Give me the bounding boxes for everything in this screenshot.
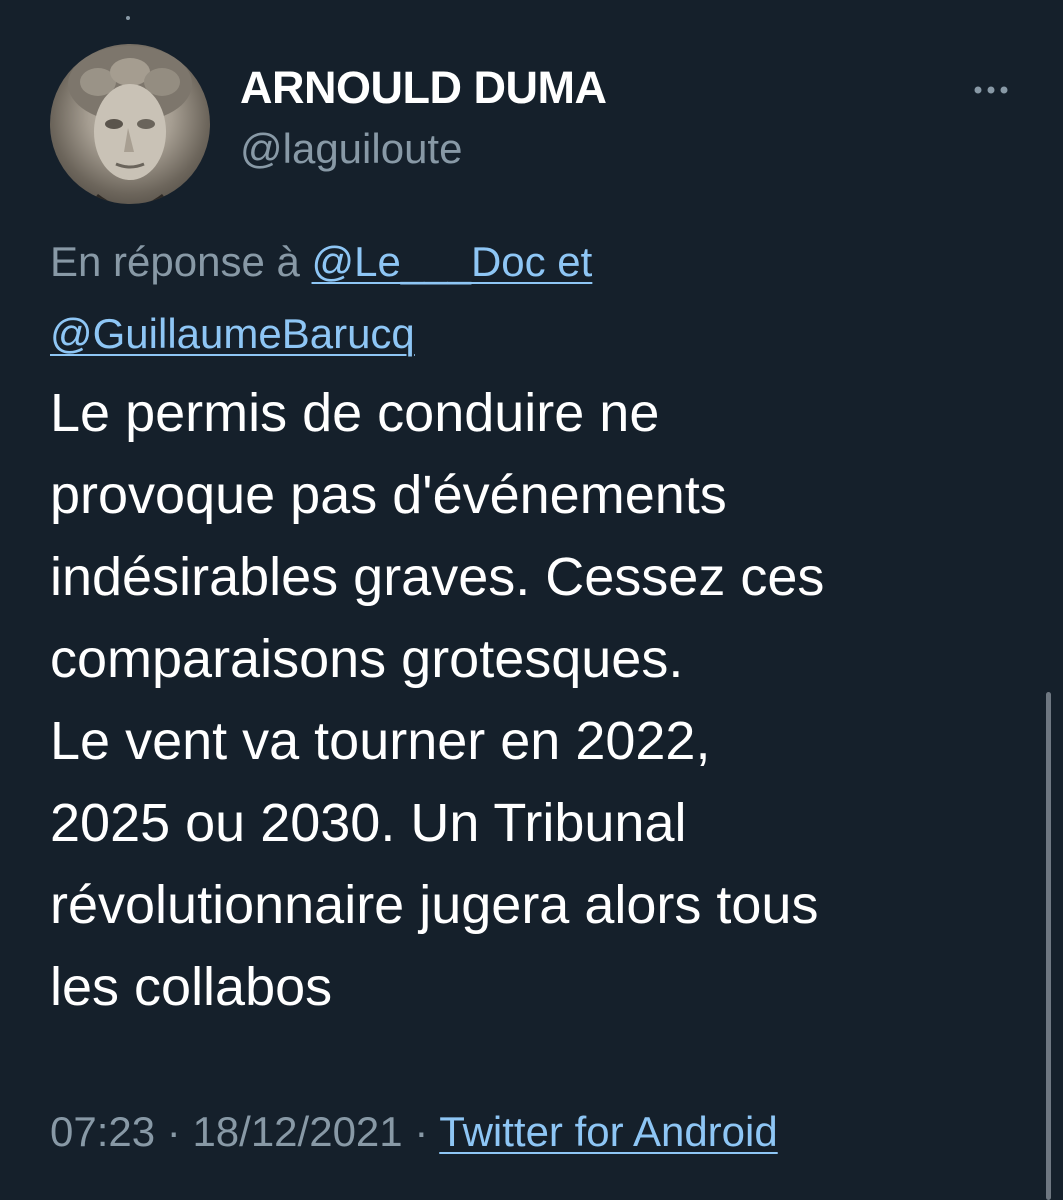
reply-context: En réponse à @Le___Doc et @GuillaumeBaru…: [50, 226, 1010, 370]
more-horizontal-icon: [974, 86, 1008, 94]
tweet-time[interactable]: 07:23: [50, 1108, 155, 1155]
scrollbar[interactable]: [1046, 692, 1051, 1200]
tweet-text-line: provoque pas d'événements: [50, 465, 727, 525]
thread-connector-dot: [126, 16, 130, 20]
user-handle[interactable]: @laguiloute: [240, 125, 462, 173]
tweet-text-line: Le vent va tourner en 2022,: [50, 711, 711, 771]
reply-mention-guillaume-barucq[interactable]: @GuillaumeBarucq: [50, 310, 415, 357]
tweet-metadata: 07:23 · 18/12/2021 · Twitter for Android: [50, 1108, 778, 1156]
reply-prefix: En réponse à: [50, 238, 312, 285]
tweet-text: Le permis de conduire ne provoque pas d'…: [50, 372, 1010, 1028]
tweet-text-line: indésirables graves. Cessez ces: [50, 547, 825, 607]
tweet-text-line: 2025 ou 2030. Un Tribunal: [50, 793, 687, 853]
reply-mention-le-doc[interactable]: @Le___Doc et: [312, 238, 593, 285]
tweet-text-line: révolutionnaire jugera alors tous: [50, 875, 819, 935]
sculpted-head-icon: [68, 46, 192, 204]
tweet-date[interactable]: 18/12/2021: [192, 1108, 402, 1155]
meta-separator: ·: [402, 1108, 440, 1155]
meta-separator: ·: [155, 1108, 193, 1155]
tweet-source-link[interactable]: Twitter for Android: [439, 1108, 777, 1155]
tweet-text-line: Le permis de conduire ne: [50, 383, 660, 443]
more-options-button[interactable]: [966, 70, 1016, 110]
tweet-text-line: comparaisons grotesques.: [50, 629, 684, 689]
display-name[interactable]: ARNOULD DUMA: [240, 62, 607, 114]
avatar[interactable]: [50, 44, 210, 204]
tweet-text-line: les collabos: [50, 957, 333, 1017]
